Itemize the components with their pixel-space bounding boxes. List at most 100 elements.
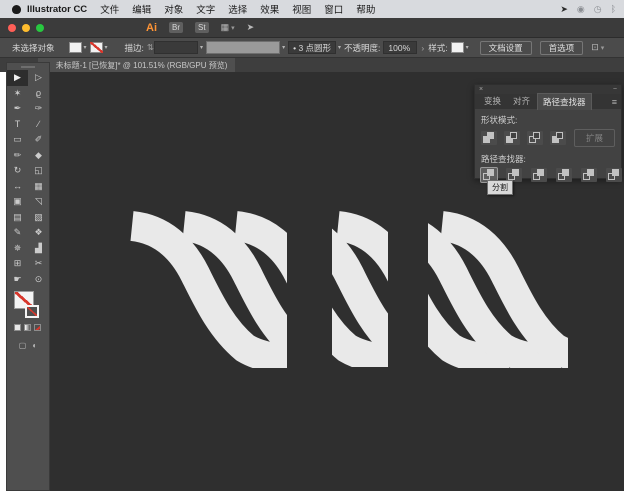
chevron-down-icon[interactable]: ▾	[282, 44, 285, 51]
menu-item-文件[interactable]: 文件	[100, 2, 119, 16]
bluetooth-icon[interactable]: ᛒ	[611, 4, 616, 14]
perspective-grid-tool[interactable]: ◹	[28, 194, 49, 210]
hand-tool[interactable]: ☛	[7, 272, 28, 288]
gradient-button[interactable]	[24, 324, 31, 331]
unite-button[interactable]	[481, 131, 497, 145]
outline-button[interactable]	[581, 168, 597, 182]
variable-width-profile-select[interactable]	[206, 41, 280, 54]
selection-tool[interactable]: ▶	[7, 70, 28, 86]
expand-button[interactable]: 扩展	[574, 129, 615, 147]
document-setup-button[interactable]: 文档设置	[480, 41, 532, 55]
pen-tool[interactable]: ✒	[7, 101, 28, 117]
width-tool[interactable]: ↔	[7, 179, 28, 195]
curvature-tool[interactable]: ✑	[28, 101, 49, 117]
menu-item-帮助[interactable]: 帮助	[356, 2, 375, 16]
scale-tool[interactable]: ◱	[28, 163, 49, 179]
minus-back-button[interactable]	[606, 168, 622, 182]
paintbrush-tool[interactable]: ✐	[28, 132, 49, 148]
no-selection-label: 未选择对象	[12, 42, 55, 54]
gradient-tool[interactable]: ▧	[28, 210, 49, 226]
panel-tab-对齐[interactable]: 对齐	[508, 93, 535, 110]
zoom-window-button[interactable]	[36, 24, 44, 32]
panel-menu-icon[interactable]: ≡	[612, 97, 617, 107]
style-swatch[interactable]	[451, 42, 464, 53]
crop-button[interactable]	[556, 168, 572, 182]
chevron-down-icon[interactable]: ▾	[466, 44, 469, 51]
panel-close-icon[interactable]: ×	[479, 86, 483, 93]
chevron-down-icon[interactable]: ▾	[84, 44, 87, 51]
lasso-tool[interactable]: ϱ	[28, 86, 49, 102]
column-graph-tool[interactable]: ▟	[28, 241, 49, 257]
stock-button[interactable]: St	[195, 22, 209, 33]
none-button[interactable]	[34, 324, 41, 331]
menu-item-文字[interactable]: 文字	[196, 2, 215, 16]
menu-item-app[interactable]: Illustrator CC	[27, 4, 87, 15]
drawing-mode-icon[interactable]: ▢	[19, 341, 27, 350]
tool-glyph: ▷	[35, 72, 42, 83]
shape-builder-tool[interactable]: ▣	[7, 194, 28, 210]
tool-glyph: ▟	[35, 243, 42, 254]
menu-item-视图[interactable]: 视图	[292, 2, 311, 16]
panel-tab-路径查找器[interactable]: 路径查找器	[537, 93, 592, 110]
direct-selection-tool[interactable]: ▷	[28, 70, 49, 86]
color-button[interactable]	[14, 324, 21, 331]
arrange-documents-icon[interactable]: ▦	[221, 22, 230, 33]
menu-item-效果[interactable]: 效果	[260, 2, 279, 16]
type-tool[interactable]: T	[7, 117, 28, 133]
chevron-down-icon[interactable]: ▾	[338, 44, 341, 51]
magic-wand-tool[interactable]: ✶	[7, 86, 28, 102]
menu-items: Illustrator CC 文件编辑对象文字选择效果视图窗口帮助	[27, 2, 375, 16]
chevron-down-icon[interactable]: ▾	[601, 44, 605, 52]
minus-front-button[interactable]	[504, 131, 520, 145]
rotate-tool[interactable]: ↻	[7, 163, 28, 179]
chevron-down-icon[interactable]: ▾	[105, 44, 108, 51]
menu-item-选择[interactable]: 选择	[228, 2, 247, 16]
exclude-button[interactable]	[550, 131, 566, 145]
blend-tool[interactable]: ❖	[28, 225, 49, 241]
document-tab[interactable]: × 未标题-1 [已恢复]* @ 101.51% (RGB/GPU 预览)	[38, 58, 235, 72]
screen-mode-icon[interactable]: ◐	[32, 341, 37, 350]
mesh-tool[interactable]: ▤	[7, 210, 28, 226]
artboard-tool[interactable]: ⊞	[7, 256, 28, 272]
workspace-icon[interactable]: ⊡	[591, 42, 599, 53]
apple-logo-icon[interactable]	[12, 5, 21, 14]
merge-button[interactable]	[531, 168, 547, 182]
menu-item-对象[interactable]: 对象	[164, 2, 183, 16]
shaper-tool[interactable]: ✏	[7, 148, 28, 164]
caret-right-icon[interactable]: ›	[421, 43, 424, 53]
stroke-color-swatch[interactable]	[90, 42, 103, 53]
airdrop-send-icon[interactable]: ➤	[560, 4, 568, 15]
fill-color-swatch[interactable]	[69, 42, 82, 53]
time-machine-icon[interactable]: ◷	[594, 4, 602, 15]
stroke-weight-input[interactable]	[154, 41, 198, 54]
bridge-button[interactable]: Br	[169, 22, 183, 33]
chevron-down-icon[interactable]: ▾	[200, 44, 203, 51]
close-window-button[interactable]	[8, 24, 16, 32]
toolbar-grip[interactable]	[7, 63, 49, 70]
panel-tab-变换[interactable]: 变换	[479, 93, 506, 110]
eraser-tool[interactable]: ◆	[28, 148, 49, 164]
pathfinders-label: 路径查找器:	[481, 153, 615, 165]
brush-definition-select[interactable]: • 3 点圆形	[288, 41, 336, 54]
preferences-button[interactable]: 首选项	[540, 41, 584, 55]
panel-collapse-icon[interactable]: −	[613, 86, 617, 93]
slice-tool[interactable]: ✂	[28, 256, 49, 272]
menu-item-窗口[interactable]: 窗口	[324, 2, 343, 16]
camera-icon[interactable]: ◉	[577, 4, 585, 15]
intersect-button[interactable]	[527, 131, 543, 145]
line-segment-tool[interactable]: ∕	[28, 117, 49, 133]
symbol-sprayer-tool[interactable]: ✵	[7, 241, 28, 257]
eyedropper-tool[interactable]: ✎	[7, 225, 28, 241]
share-icon[interactable]: ➤	[247, 22, 255, 33]
free-transform-tool[interactable]: ▦	[28, 179, 49, 195]
menu-item-编辑[interactable]: 编辑	[132, 2, 151, 16]
tool-glyph: ▣	[13, 196, 22, 207]
opacity-input[interactable]: 100%	[383, 41, 417, 54]
stepper-icon[interactable]: ⇅	[147, 42, 154, 53]
chevron-down-icon[interactable]: ▾	[231, 24, 235, 32]
stroke-swatch[interactable]	[25, 305, 39, 318]
tool-glyph: ⊙	[35, 274, 43, 285]
rectangle-tool[interactable]: ▭	[7, 132, 28, 148]
minimize-window-button[interactable]	[22, 24, 30, 32]
zoom-tool[interactable]: ⊙	[28, 272, 49, 288]
